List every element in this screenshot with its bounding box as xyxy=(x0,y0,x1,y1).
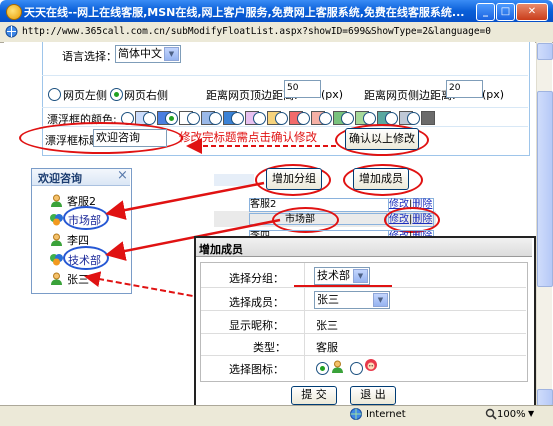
type-label: 类型： xyxy=(253,341,286,354)
member-label: 选择成员： xyxy=(229,296,284,309)
icon-label: 选择图标： xyxy=(229,363,284,376)
chevron-down-icon[interactable]: ▼ xyxy=(528,409,534,418)
nickname-label: 显示昵称： xyxy=(229,319,284,332)
icon-radio-girl[interactable] xyxy=(350,362,363,375)
dialog-row-divider xyxy=(201,287,526,288)
dialog-row-divider xyxy=(201,333,526,334)
exit-button[interactable]: 退 出 xyxy=(350,386,396,405)
scroll-up-button[interactable] xyxy=(537,43,553,60)
zoom-level[interactable]: 100% xyxy=(497,409,526,420)
zone-label: Internet xyxy=(366,409,406,420)
dialog-row-divider xyxy=(201,355,526,356)
type-value: 客服 xyxy=(316,341,338,354)
scroll-down-button[interactable] xyxy=(537,389,553,406)
submit-button[interactable]: 提 交 xyxy=(291,386,337,405)
group-underline xyxy=(294,285,392,287)
member-select[interactable]: 张三 ▼ xyxy=(314,291,390,309)
dialog-row-divider xyxy=(201,310,526,311)
zoom-icon xyxy=(485,408,497,420)
nickname-value: 张三 xyxy=(316,319,338,332)
girl-icon xyxy=(364,358,378,374)
dialog-title: 增加成员 xyxy=(199,243,243,256)
chevron-down-icon: ▼ xyxy=(373,293,388,307)
status-bar xyxy=(0,405,553,426)
dialog-column-divider xyxy=(304,263,305,380)
scroll-thumb[interactable] xyxy=(537,91,553,287)
group-label: 选择分组： xyxy=(229,272,284,285)
user-icon xyxy=(331,360,344,373)
globe-icon xyxy=(350,408,362,420)
icon-radio-user[interactable] xyxy=(316,362,329,375)
group-value: 技术部 xyxy=(317,269,350,282)
chevron-down-icon: ▼ xyxy=(353,269,368,283)
member-value: 张三 xyxy=(317,293,339,306)
dialog-header xyxy=(196,238,532,257)
group-select[interactable]: 技术部 ▼ xyxy=(314,267,370,285)
